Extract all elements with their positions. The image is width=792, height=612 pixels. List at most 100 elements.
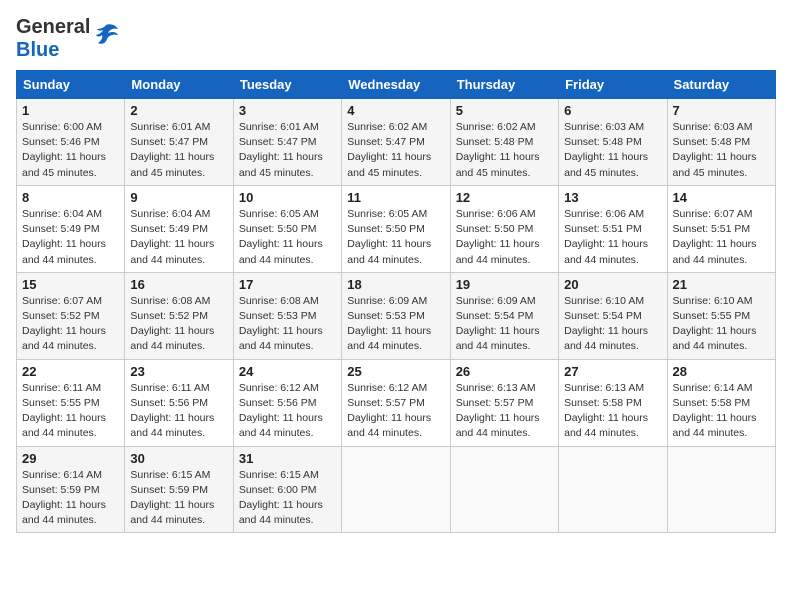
day-cell-21: 21 Sunrise: 6:10 AMSunset: 5:55 PMDayligh… (667, 272, 775, 359)
weekday-header-row: SundayMondayTuesdayWednesdayThursdayFrid… (17, 71, 776, 99)
day-cell-30: 30 Sunrise: 6:15 AMSunset: 5:59 PMDayligh… (125, 446, 233, 533)
day-cell-26: 26 Sunrise: 6:13 AMSunset: 5:57 PMDayligh… (450, 359, 558, 446)
day-info: Sunrise: 6:14 AMSunset: 5:59 PMDaylight:… (22, 468, 119, 529)
day-info: Sunrise: 6:07 AMSunset: 5:51 PMDaylight:… (673, 207, 770, 268)
day-info: Sunrise: 6:05 AMSunset: 5:50 PMDaylight:… (239, 207, 336, 268)
day-info: Sunrise: 6:06 AMSunset: 5:50 PMDaylight:… (456, 207, 553, 268)
day-info: Sunrise: 6:11 AMSunset: 5:56 PMDaylight:… (130, 381, 227, 442)
day-info: Sunrise: 6:07 AMSunset: 5:52 PMDaylight:… (22, 294, 119, 355)
weekday-header-monday: Monday (125, 71, 233, 99)
day-info: Sunrise: 6:09 AMSunset: 5:54 PMDaylight:… (456, 294, 553, 355)
day-info: Sunrise: 6:03 AMSunset: 5:48 PMDaylight:… (564, 120, 661, 181)
day-number: 26 (456, 364, 553, 379)
day-cell-31: 31 Sunrise: 6:15 AMSunset: 6:00 PMDayligh… (233, 446, 341, 533)
day-info: Sunrise: 6:15 AMSunset: 6:00 PMDaylight:… (239, 468, 336, 529)
day-info: Sunrise: 6:10 AMSunset: 5:55 PMDaylight:… (673, 294, 770, 355)
day-number: 2 (130, 103, 227, 118)
day-number: 31 (239, 451, 336, 466)
day-cell-10: 10 Sunrise: 6:05 AMSunset: 5:50 PMDayligh… (233, 185, 341, 272)
day-number: 24 (239, 364, 336, 379)
day-number: 23 (130, 364, 227, 379)
day-number: 29 (22, 451, 119, 466)
day-number: 18 (347, 277, 444, 292)
day-number: 1 (22, 103, 119, 118)
day-cell-3: 3 Sunrise: 6:01 AMSunset: 5:47 PMDaylight… (233, 99, 341, 186)
day-info: Sunrise: 6:02 AMSunset: 5:48 PMDaylight:… (456, 120, 553, 181)
day-info: Sunrise: 6:13 AMSunset: 5:58 PMDaylight:… (564, 381, 661, 442)
weekday-header-tuesday: Tuesday (233, 71, 341, 99)
day-number: 19 (456, 277, 553, 292)
day-info: Sunrise: 6:10 AMSunset: 5:54 PMDaylight:… (564, 294, 661, 355)
day-cell-16: 16Sunrise: 6:08 AMSunset: 5:52 PMDayligh… (125, 272, 233, 359)
day-info: Sunrise: 6:03 AMSunset: 5:48 PMDaylight:… (673, 120, 770, 181)
day-cell-1: 1 Sunrise: 6:00 AMSunset: 5:46 PMDaylight… (17, 99, 125, 186)
day-info: Sunrise: 6:12 AMSunset: 5:56 PMDaylight:… (239, 381, 336, 442)
day-info: Sunrise: 6:15 AMSunset: 5:59 PMDaylight:… (130, 468, 227, 529)
day-info: Sunrise: 6:08 AMSunset: 5:53 PMDaylight:… (239, 294, 336, 355)
day-number: 8 (22, 190, 119, 205)
empty-cell (667, 446, 775, 533)
week-row-2: 8 Sunrise: 6:04 AMSunset: 5:49 PMDaylight… (17, 185, 776, 272)
day-number: 5 (456, 103, 553, 118)
day-cell-18: 18 Sunrise: 6:09 AMSunset: 5:53 PMDayligh… (342, 272, 450, 359)
day-number: 25 (347, 364, 444, 379)
weekday-header-wednesday: Wednesday (342, 71, 450, 99)
day-cell-24: 24 Sunrise: 6:12 AMSunset: 5:56 PMDayligh… (233, 359, 341, 446)
day-number: 9 (130, 190, 227, 205)
day-cell-11: 11Sunrise: 6:05 AMSunset: 5:50 PMDayligh… (342, 185, 450, 272)
calendar-table: SundayMondayTuesdayWednesdayThursdayFrid… (16, 70, 776, 533)
day-number: 27 (564, 364, 661, 379)
day-cell-7: 7Sunrise: 6:03 AMSunset: 5:48 PMDaylight… (667, 99, 775, 186)
day-number: 6 (564, 103, 661, 118)
day-cell-29: 29 Sunrise: 6:14 AMSunset: 5:59 PMDayligh… (17, 446, 125, 533)
weekday-header-thursday: Thursday (450, 71, 558, 99)
day-cell-20: 20 Sunrise: 6:10 AMSunset: 5:54 PMDayligh… (559, 272, 667, 359)
page-header: General Blue (16, 16, 776, 62)
day-number: 12 (456, 190, 553, 205)
day-info: Sunrise: 6:08 AMSunset: 5:52 PMDaylight:… (130, 294, 227, 355)
week-row-1: 1 Sunrise: 6:00 AMSunset: 5:46 PMDaylight… (17, 99, 776, 186)
day-number: 21 (673, 277, 770, 292)
day-cell-8: 8 Sunrise: 6:04 AMSunset: 5:49 PMDaylight… (17, 185, 125, 272)
day-info: Sunrise: 6:12 AMSunset: 5:57 PMDaylight:… (347, 381, 444, 442)
day-number: 13 (564, 190, 661, 205)
day-cell-4: 4 Sunrise: 6:02 AMSunset: 5:47 PMDaylight… (342, 99, 450, 186)
day-info: Sunrise: 6:04 AMSunset: 5:49 PMDaylight:… (130, 207, 227, 268)
week-row-4: 22Sunrise: 6:11 AMSunset: 5:55 PMDayligh… (17, 359, 776, 446)
day-number: 28 (673, 364, 770, 379)
day-cell-5: 5 Sunrise: 6:02 AMSunset: 5:48 PMDaylight… (450, 99, 558, 186)
weekday-header-saturday: Saturday (667, 71, 775, 99)
day-number: 3 (239, 103, 336, 118)
day-cell-17: 17 Sunrise: 6:08 AMSunset: 5:53 PMDayligh… (233, 272, 341, 359)
day-number: 11 (347, 190, 444, 205)
day-cell-25: 25 Sunrise: 6:12 AMSunset: 5:57 PMDayligh… (342, 359, 450, 446)
week-row-5: 29 Sunrise: 6:14 AMSunset: 5:59 PMDayligh… (17, 446, 776, 533)
weekday-header-sunday: Sunday (17, 71, 125, 99)
day-cell-28: 28 Sunrise: 6:14 AMSunset: 5:58 PMDayligh… (667, 359, 775, 446)
day-info: Sunrise: 6:00 AMSunset: 5:46 PMDaylight:… (22, 120, 119, 181)
empty-cell (450, 446, 558, 533)
logo: General Blue (16, 16, 120, 62)
day-cell-22: 22Sunrise: 6:11 AMSunset: 5:55 PMDayligh… (17, 359, 125, 446)
day-info: Sunrise: 6:09 AMSunset: 5:53 PMDaylight:… (347, 294, 444, 355)
day-cell-27: 27 Sunrise: 6:13 AMSunset: 5:58 PMDayligh… (559, 359, 667, 446)
day-cell-2: 2Sunrise: 6:01 AMSunset: 5:47 PMDaylight… (125, 99, 233, 186)
day-number: 22 (22, 364, 119, 379)
day-info: Sunrise: 6:13 AMSunset: 5:57 PMDaylight:… (456, 381, 553, 442)
day-cell-14: 14Sunrise: 6:07 AMSunset: 5:51 PMDayligh… (667, 185, 775, 272)
day-info: Sunrise: 6:01 AMSunset: 5:47 PMDaylight:… (239, 120, 336, 181)
day-cell-23: 23 Sunrise: 6:11 AMSunset: 5:56 PMDayligh… (125, 359, 233, 446)
empty-cell (342, 446, 450, 533)
day-number: 30 (130, 451, 227, 466)
logo-general: General (16, 16, 90, 39)
day-number: 20 (564, 277, 661, 292)
day-info: Sunrise: 6:04 AMSunset: 5:49 PMDaylight:… (22, 207, 119, 268)
day-number: 10 (239, 190, 336, 205)
day-cell-12: 12 Sunrise: 6:06 AMSunset: 5:50 PMDayligh… (450, 185, 558, 272)
day-number: 4 (347, 103, 444, 118)
day-cell-19: 19 Sunrise: 6:09 AMSunset: 5:54 PMDayligh… (450, 272, 558, 359)
day-number: 17 (239, 277, 336, 292)
day-info: Sunrise: 6:02 AMSunset: 5:47 PMDaylight:… (347, 120, 444, 181)
day-info: Sunrise: 6:14 AMSunset: 5:58 PMDaylight:… (673, 381, 770, 442)
day-cell-15: 15Sunrise: 6:07 AMSunset: 5:52 PMDayligh… (17, 272, 125, 359)
